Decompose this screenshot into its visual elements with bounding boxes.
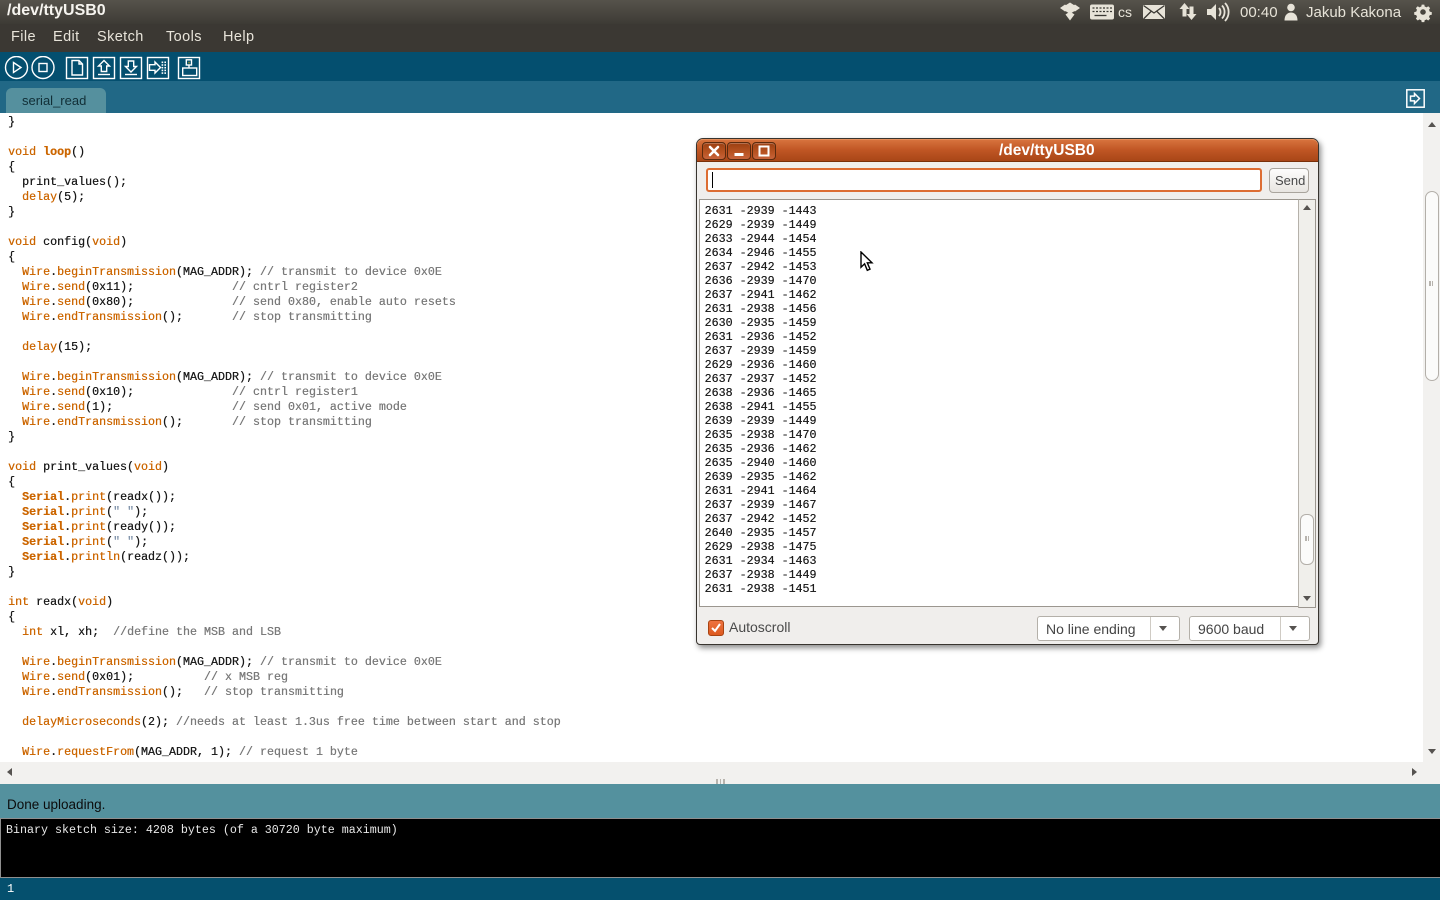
svg-text:cs: cs [1118, 4, 1132, 20]
svg-text:Jakub Kakona: Jakub Kakona [1306, 4, 1402, 21]
svg-text:00:40: 00:40 [1240, 4, 1278, 21]
